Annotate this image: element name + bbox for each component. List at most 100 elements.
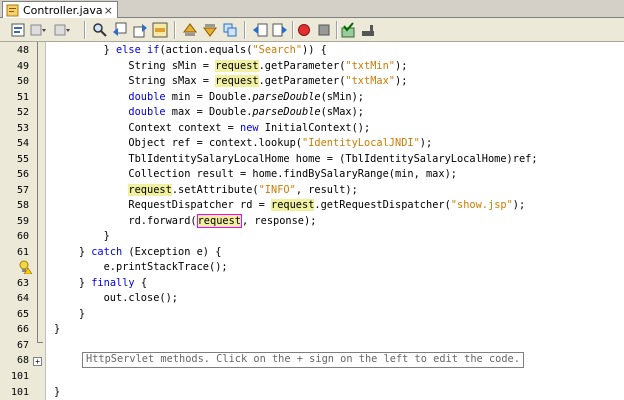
code-token: .getParameter( xyxy=(258,59,346,72)
line-number: 49 xyxy=(16,60,29,72)
code-token: "txtMax" xyxy=(345,75,396,87)
code-token: (Exception e) { xyxy=(122,245,222,258)
code-token: .setAttribute( xyxy=(171,183,259,196)
code-line[interactable]: } xyxy=(54,385,60,400)
java-file-icon xyxy=(6,4,19,16)
code-token: rd.forward( xyxy=(128,214,197,227)
shift-left-icon[interactable] xyxy=(252,22,268,38)
code-token: request xyxy=(215,75,259,87)
code-token: double xyxy=(128,106,166,118)
code-line[interactable]: } xyxy=(54,229,110,244)
code-token: "INFO" xyxy=(258,183,296,196)
code-indent: } xyxy=(54,386,61,398)
code-token: Object ref = context.lookup( xyxy=(128,137,302,149)
code-line[interactable]: } catch (Exception e) { xyxy=(54,245,222,260)
code-token: Collection result = home.findBySalaryRan… xyxy=(128,168,457,180)
code-line[interactable]: } xyxy=(54,322,60,337)
find-next-icon[interactable] xyxy=(132,22,148,38)
code-token: ); xyxy=(395,75,408,87)
code-token: request xyxy=(215,59,259,72)
code-token: parseDouble xyxy=(252,90,321,103)
toggle-bookmark-icon[interactable] xyxy=(222,22,238,38)
next-bookmark-icon[interactable] xyxy=(202,22,218,38)
back-dropdown-icon[interactable] xyxy=(30,22,46,38)
code-line[interactable]: Collection result = home.findBySalaryRan… xyxy=(54,167,457,182)
code-token: String sMin = xyxy=(128,59,216,72)
code-editor[interactable]: } else if(action.equals("Search")) { Str… xyxy=(46,42,624,400)
code-token: "IdentityLocalJNDI" xyxy=(302,137,420,149)
forward-dropdown-icon[interactable] xyxy=(54,22,70,38)
toolbar-separator xyxy=(174,21,176,39)
code-line[interactable]: } else if(action.equals("Search")) { xyxy=(54,43,327,58)
find-icon[interactable] xyxy=(92,22,108,38)
fold-toggle-icon[interactable]: + xyxy=(33,357,42,366)
code-line[interactable]: e.printStackTrace(); xyxy=(54,260,228,275)
code-line[interactable]: rd.forward(request, response); xyxy=(54,213,316,229)
code-line[interactable]: String sMax = request.getParameter("txtM… xyxy=(54,74,407,89)
code-token: String sMax = xyxy=(128,75,216,87)
start-macro-icon[interactable] xyxy=(296,22,312,38)
uncomment-icon[interactable] xyxy=(360,22,376,38)
code-token: TblIdentitySalaryLocalHome home = (TblId… xyxy=(128,152,538,165)
line-number: 55 xyxy=(16,153,29,165)
code-token: e.printStackTrace(); xyxy=(103,261,228,273)
code-line[interactable]: String sMin = request.getParameter("txtM… xyxy=(54,59,407,74)
line-number-gutter: 48 49 50 51 52 53 54 55 56 57 58 59 60 61 63 64 65 66 67 68… xyxy=(0,42,46,400)
code-token: Context context = xyxy=(128,121,240,134)
code-line[interactable]: RequestDispatcher rd = request.getReques… xyxy=(54,198,525,213)
code-token: (sMax); xyxy=(320,106,365,118)
collapsed-code-region[interactable]: HttpServlet methods. Click on the + sign… xyxy=(82,352,524,368)
code-token: .getRequestDispatcher( xyxy=(314,199,451,211)
code-token: InitialContext(); xyxy=(258,121,371,134)
code-line[interactable]: Context context = new InitialContext(); xyxy=(54,121,370,136)
hint-bulb-icon[interactable] xyxy=(18,260,32,274)
code-token: RequestDispatcher rd = xyxy=(128,199,271,211)
line-number: 51 xyxy=(16,91,29,103)
shift-right-icon[interactable] xyxy=(272,22,288,38)
line-number: 65 xyxy=(16,308,29,320)
check-icon[interactable] xyxy=(340,22,356,38)
code-token: ); xyxy=(512,199,526,211)
code-line[interactable]: } finally { xyxy=(54,276,147,291)
line-number: 59 xyxy=(16,215,29,227)
code-token: finally xyxy=(91,276,135,289)
stop-macro-icon[interactable] xyxy=(316,22,332,38)
line-number: 56 xyxy=(16,169,29,180)
tab-title: Controller.java xyxy=(23,3,103,17)
code-line[interactable]: Object ref = context.lookup("IdentityLoc… xyxy=(54,136,432,151)
code-line[interactable]: TblIdentitySalaryLocalHome home = (TblId… xyxy=(54,152,538,167)
code-line[interactable]: request.setAttribute("INFO", result); xyxy=(54,183,358,198)
toggle-highlight-icon[interactable] xyxy=(152,22,168,38)
code-token: } xyxy=(103,44,117,56)
close-tab-icon[interactable]: × xyxy=(104,4,113,17)
line-number: 67 xyxy=(16,339,29,351)
code-line[interactable]: double max = Double.parseDouble(sMax); xyxy=(54,105,364,120)
code-token: min = Double. xyxy=(165,90,253,103)
code-line[interactable]: } xyxy=(54,307,85,322)
code-indent: } xyxy=(54,323,61,335)
code-token: .getParameter( xyxy=(258,75,346,87)
line-number: 63 xyxy=(16,277,29,289)
code-token: new xyxy=(240,121,259,134)
toolbar-separator xyxy=(336,21,338,39)
prev-bookmark-icon[interactable] xyxy=(182,22,198,38)
code-token: ); xyxy=(395,59,408,72)
find-prev-icon[interactable] xyxy=(112,22,128,38)
history-icon[interactable] xyxy=(10,22,26,38)
code-line[interactable]: out.close(); xyxy=(54,291,178,306)
tab-controller-java[interactable]: Controller.java × xyxy=(2,1,118,18)
code-line[interactable]: double min = Double.parseDouble(sMin); xyxy=(54,90,364,105)
